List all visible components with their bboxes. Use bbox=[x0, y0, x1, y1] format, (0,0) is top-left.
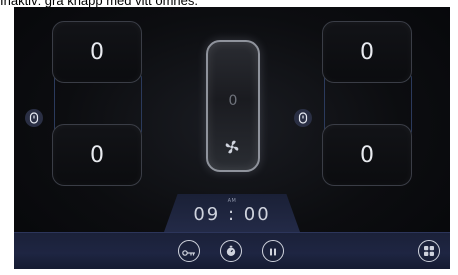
zone-bottom-left-value: 0 bbox=[90, 142, 104, 168]
left-lock-button[interactable] bbox=[25, 109, 43, 127]
bottom-toolbar bbox=[14, 232, 450, 269]
key-button[interactable] bbox=[178, 240, 200, 262]
pause-button[interactable] bbox=[262, 240, 284, 262]
pause-icon bbox=[268, 242, 278, 261]
zone-bottom-right-value: 0 bbox=[360, 142, 374, 168]
zone-top-left-value: 0 bbox=[90, 39, 104, 65]
zone-top-right[interactable]: 0 bbox=[322, 21, 412, 83]
lock-icon bbox=[298, 109, 308, 128]
center-fan-control[interactable]: 0 bbox=[206, 40, 260, 172]
fan-icon bbox=[223, 138, 241, 156]
grid-button[interactable] bbox=[418, 240, 440, 262]
zone-bottom-left[interactable]: 0 bbox=[52, 124, 142, 186]
grid-icon bbox=[423, 242, 435, 261]
zone-bottom-right[interactable]: 0 bbox=[322, 124, 412, 186]
zone-top-left[interactable]: 0 bbox=[52, 21, 142, 83]
right-lock-button[interactable] bbox=[294, 109, 312, 127]
lock-icon bbox=[29, 109, 39, 128]
timer-icon bbox=[225, 242, 237, 261]
control-screen: 0 0 0 0 0 AM 09: 00 bbox=[14, 7, 450, 269]
center-value: 0 bbox=[228, 93, 238, 109]
clock-display[interactable]: 09 : 00 bbox=[14, 204, 450, 225]
zone-top-right-value: 0 bbox=[360, 39, 374, 65]
timer-button[interactable] bbox=[220, 240, 242, 262]
key-icon bbox=[182, 242, 196, 261]
